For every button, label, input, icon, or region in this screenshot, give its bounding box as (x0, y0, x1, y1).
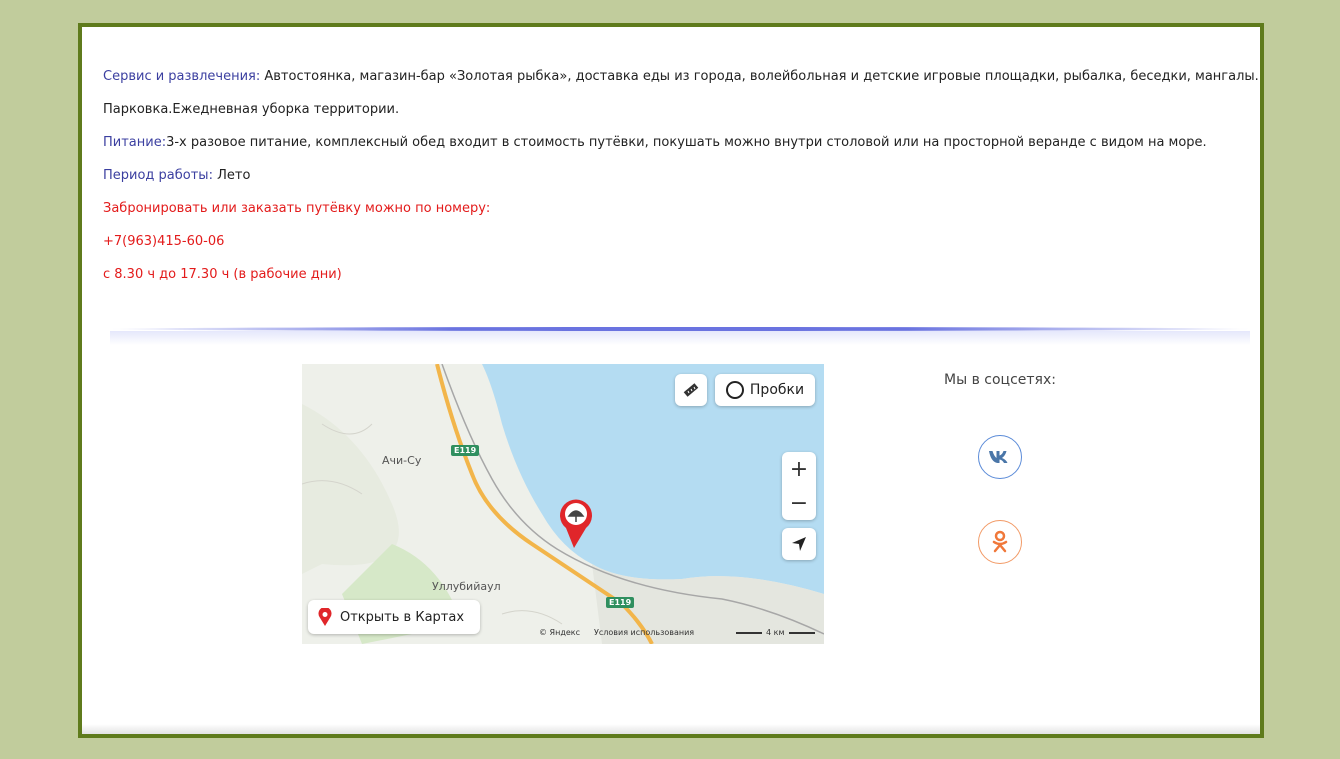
open-in-maps-label: Открыть в Картах (340, 609, 465, 625)
period-line: Период работы: Лето (103, 166, 1243, 199)
ruler-icon (683, 383, 699, 397)
navigation-arrow-icon (792, 537, 806, 551)
services-label: Сервис и развлечения: (103, 69, 261, 84)
period-label: Период работы: (103, 168, 213, 183)
scale-line-right (788, 631, 815, 634)
road-badge-e119: E119 (451, 445, 480, 456)
section-divider-glow (110, 331, 1250, 345)
map-scale: 4 км (732, 628, 819, 637)
zoom-in-button[interactable]: + (782, 452, 816, 486)
odnoklassniki-icon (992, 530, 1008, 553)
place-achi-su: Ачи-Су (382, 454, 422, 467)
traffic-button[interactable]: Пробки (715, 374, 815, 406)
map-pin-icon (318, 608, 332, 626)
services-text: Автостоянка, магазин-бар «Золотая рыбка»… (260, 69, 1259, 84)
parking-text: Парковка.Ежедневная уборка территории. (103, 102, 400, 117)
vk-icon (989, 451, 1008, 463)
zoom-out-button[interactable]: − (782, 486, 816, 520)
open-in-maps-button[interactable]: Открыть в Картах (308, 600, 480, 634)
vk-link[interactable] (978, 435, 1022, 479)
services-line: Сервис и развлечения: Автостоянка, магаз… (103, 67, 1259, 100)
parking-line: Парковка.Ежедневная уборка территории. (103, 100, 1243, 133)
yandex-map[interactable]: Ачи-Су Уллубийаул E119 E119 Пробки + − О… (302, 364, 824, 644)
traffic-icon (725, 381, 744, 399)
place-ullubiyaul: Уллубийаул (432, 580, 501, 593)
ruler-button[interactable] (675, 374, 707, 406)
road-badge-e119-south: E119 (606, 597, 635, 608)
food-text: 3-х разовое питание, комплексный обед вх… (166, 135, 1207, 150)
geolocation-button[interactable] (782, 528, 816, 560)
scale-label: 4 км (766, 628, 785, 637)
phone-number[interactable]: +7(963)415-60-06 (103, 232, 1243, 265)
scale-line (736, 631, 762, 634)
booking-text: Забронировать или заказать путёвку можно… (103, 201, 491, 216)
period-text: Лето (212, 168, 251, 183)
content-frame: Сервис и развлечения: Автостоянка, магаз… (78, 23, 1264, 738)
food-line: Питание:3-х разовое питание, комплексный… (103, 133, 1243, 166)
food-label: Питание: (103, 135, 167, 150)
odnoklassniki-link[interactable] (978, 520, 1022, 564)
info-block: Сервис и развлечения: Автостоянка, магаз… (103, 67, 1259, 298)
frame-bottom-shade (82, 724, 1260, 734)
zoom-controls: + − (782, 452, 816, 520)
map-copyright[interactable]: © Яндекс (539, 628, 580, 637)
map-terms-link[interactable]: Условия использования (594, 628, 694, 637)
working-hours: с 8.30 ч до 17.30 ч (в рабочие дни) (103, 267, 342, 282)
social-title: Мы в соцсетях: (944, 372, 1056, 388)
traffic-label: Пробки (749, 382, 805, 398)
